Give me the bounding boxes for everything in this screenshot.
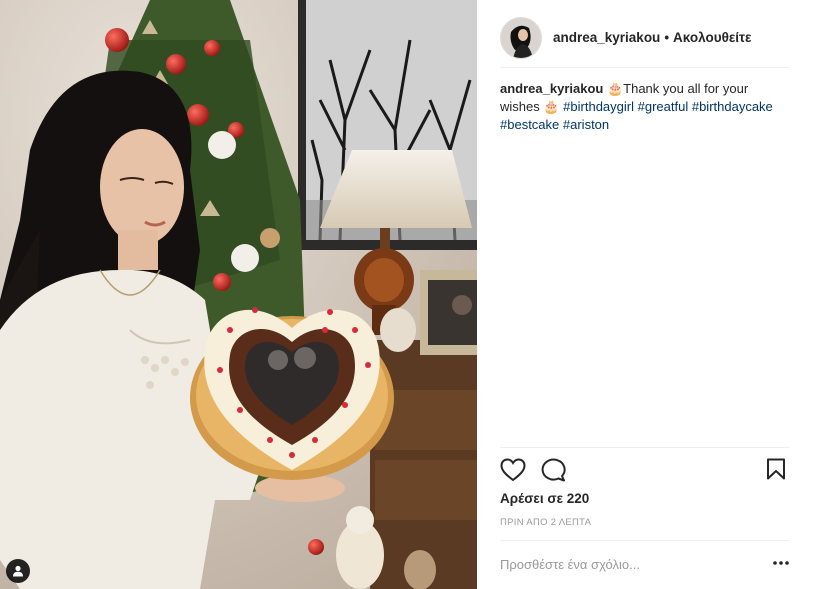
- comment-input[interactable]: [500, 554, 750, 574]
- hashtag-link[interactable]: #greatful: [638, 99, 689, 114]
- comment-button[interactable]: [540, 458, 566, 487]
- post-caption: andrea_kyriakou 🎂Thank you all for your …: [500, 80, 790, 134]
- divider: [500, 447, 790, 448]
- hashtag-link[interactable]: #bestcake: [500, 117, 559, 132]
- timestamp[interactable]: ΠΡΙΝ ΑΠΟ 2 ΛΕΠΤΑ: [500, 517, 591, 528]
- separator-dot: •: [664, 30, 670, 45]
- post-header: andrea_kyriakou • Ακολουθείτε: [500, 8, 790, 68]
- user-tags-button[interactable]: [6, 559, 30, 583]
- cake-emoji: 🎂: [606, 81, 624, 96]
- avatar-image: [501, 17, 541, 58]
- speech-bubble-icon: [541, 458, 566, 482]
- hashtag-link[interactable]: #birthdaygirl: [563, 99, 634, 114]
- header-text: andrea_kyriakou • Ακολουθείτε: [553, 30, 751, 45]
- hashtag-link[interactable]: #birthdaycake: [692, 99, 773, 114]
- bookmark-icon: [767, 458, 785, 480]
- heart-icon: [500, 458, 526, 482]
- like-button[interactable]: [500, 458, 526, 487]
- cake-emoji: 🎂: [543, 99, 560, 114]
- post-sidebar: andrea_kyriakou • Ακολουθείτε andrea_kyria…: [477, 0, 815, 589]
- more-options-button[interactable]: [771, 556, 791, 570]
- save-button[interactable]: [766, 458, 786, 485]
- caption-username-link[interactable]: andrea_kyriakou: [500, 81, 603, 96]
- ellipsis-icon: [773, 561, 789, 565]
- post-actions: [500, 458, 790, 484]
- user-silhouette-icon: [13, 565, 23, 577]
- hashtag-link[interactable]: #ariston: [563, 117, 609, 132]
- divider: [500, 540, 790, 541]
- post-photo[interactable]: [0, 0, 477, 589]
- likes-count[interactable]: Αρέσει σε 220: [500, 491, 589, 506]
- post-image: [0, 0, 477, 589]
- follow-status-button[interactable]: Ακολουθείτε: [673, 30, 751, 45]
- avatar[interactable]: [500, 16, 542, 59]
- username-link[interactable]: andrea_kyriakou: [553, 30, 660, 45]
